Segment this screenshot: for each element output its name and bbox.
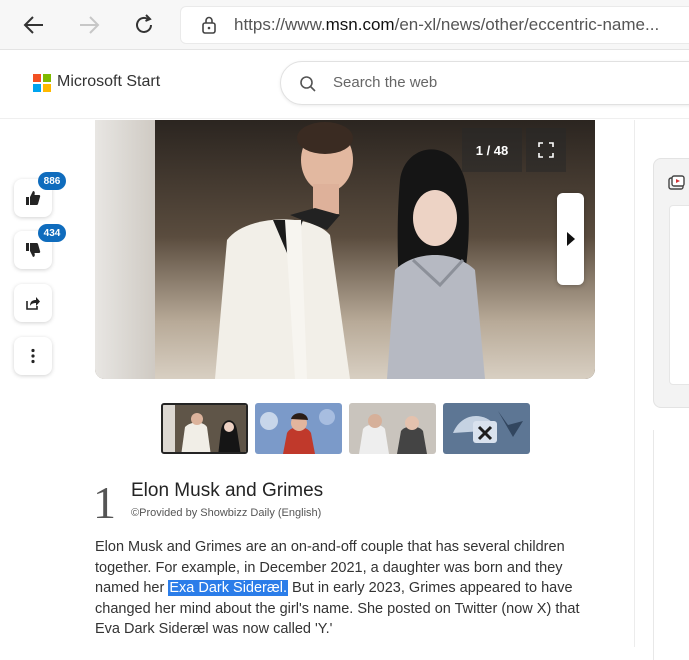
- forward-arrow-icon: [80, 16, 100, 34]
- side-widget-card-lower: [653, 430, 689, 660]
- thumbnail-image: [163, 405, 246, 452]
- brand-name[interactable]: Microsoft Start: [57, 73, 160, 91]
- next-slide-button[interactable]: [557, 193, 584, 285]
- like-count-badge: 886: [38, 172, 66, 190]
- search-box[interactable]: [280, 61, 689, 105]
- gallery-thumbnail[interactable]: [161, 403, 248, 454]
- provider-credit[interactable]: ©Provided by Showbizz Daily (English): [131, 507, 321, 519]
- gallery-counter: 1 / 48: [462, 128, 522, 172]
- chevron-right-icon: [566, 232, 575, 246]
- video-icon: [668, 175, 686, 196]
- browser-toolbar: https://www.msn.com/en-xl/news/other/ecc…: [0, 0, 689, 50]
- share-icon: [26, 297, 40, 310]
- fullscreen-icon: [538, 142, 554, 158]
- more-vertical-icon: [31, 348, 35, 364]
- fullscreen-button[interactable]: [526, 128, 566, 172]
- share-button[interactable]: [14, 284, 52, 322]
- selected-text: Exa Dark Sideræl.: [168, 580, 289, 596]
- address-bar[interactable]: https://www.msn.com/en-xl/news/other/ecc…: [180, 6, 689, 44]
- gallery-thumbnail[interactable]: [349, 403, 436, 454]
- column-divider: [634, 120, 635, 647]
- refresh-button[interactable]: [128, 9, 160, 41]
- refresh-icon: [136, 14, 152, 33]
- more-options-button[interactable]: [14, 337, 52, 375]
- lock-icon: [199, 16, 219, 34]
- dislike-count-badge: 434: [38, 224, 66, 242]
- forward-button[interactable]: [73, 9, 105, 41]
- back-button[interactable]: [18, 9, 50, 41]
- back-arrow-icon: [23, 16, 43, 34]
- thumbnail-image: [255, 403, 342, 454]
- thumbs-down-icon: [26, 243, 41, 257]
- slide-title: Elon Musk and Grimes: [131, 480, 324, 501]
- thumbnail-image: [349, 403, 436, 454]
- site-header: Microsoft Start: [0, 51, 689, 119]
- slide-number: 1: [93, 477, 116, 528]
- thumbnail-image: [443, 403, 530, 454]
- search-icon: [299, 75, 317, 98]
- slide-body-text: Elon Musk and Grimes are an on-and-off c…: [95, 539, 580, 637]
- url-text: https://www.msn.com/en-xl/news/other/ecc…: [234, 15, 660, 34]
- side-widget-content[interactable]: [669, 205, 689, 385]
- thumbs-up-icon: [26, 191, 41, 205]
- gallery-thumbnail[interactable]: [255, 403, 342, 454]
- gallery-thumbnail[interactable]: [443, 403, 530, 454]
- search-input[interactable]: [333, 74, 633, 91]
- microsoft-logo-icon[interactable]: [33, 74, 51, 92]
